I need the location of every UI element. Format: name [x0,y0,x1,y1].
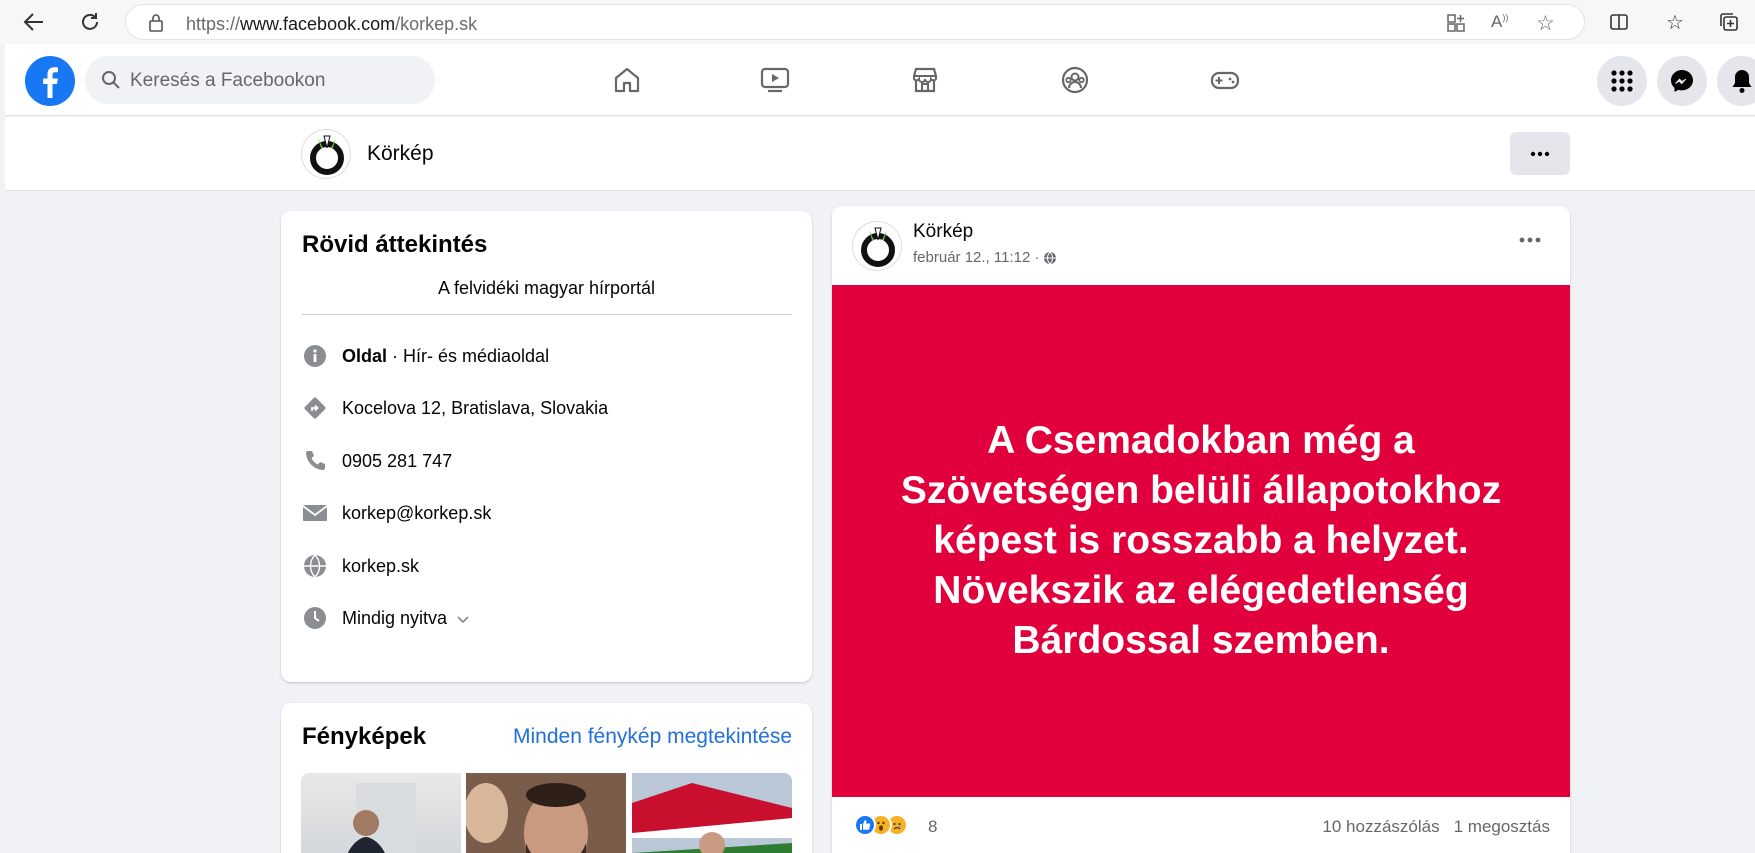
post-author-avatar[interactable] [852,221,902,271]
hours-row[interactable]: Mindig nyitva [302,603,469,633]
url-text: https://www.facebook.com/korkep.sk [186,14,477,35]
browser-toolbar: https://www.facebook.com/korkep.sk A)) ☆… [0,0,1755,44]
clock-icon [302,605,328,631]
intro-card: Rövid áttekintés A felvidéki magyar hírp… [281,211,812,682]
envelope-icon [302,500,328,526]
post-more-options-icon[interactable] [1512,222,1548,258]
refresh-icon[interactable] [74,6,106,38]
groups-icon[interactable] [1055,60,1095,100]
address-bar[interactable]: https://www.facebook.com/korkep.sk A)) ☆ [125,4,1585,40]
photos-title: Fényképek [302,723,427,750]
facebook-top-nav: Keresés a Facebookon [5,44,1755,116]
page-header-bar: Körkép [5,117,1755,191]
search-input[interactable]: Keresés a Facebookon [85,56,435,104]
directions-icon [302,395,328,421]
page-category: · Hír- és médiaoldal [387,345,550,366]
website-row: korkep.sk [302,551,419,581]
phone-text[interactable]: 0905 281 747 [342,451,452,472]
page-type-label: Oldal [342,345,388,366]
like-reaction-icon [854,814,876,836]
comments-count-link[interactable]: 10 hozzászólás [1322,817,1439,836]
hours-text: Mindig nyitva [342,607,448,628]
korkep-logo-icon[interactable] [301,129,351,179]
post-stats: 10 hozzászólás 1 megosztás [1308,817,1550,837]
page-type-text: Oldal · Hír- és médiaoldal [342,346,549,367]
chevron-down-icon[interactable] [457,611,469,629]
search-placeholder: Keresés a Facebookon [130,70,326,91]
search-icon [101,70,121,95]
gaming-icon[interactable] [1205,60,1245,100]
post-card: Körkép február 12., 11:12 · A Csemadokba… [832,206,1570,853]
lock-icon [148,13,164,38]
url-host: www.facebook.com [240,14,396,34]
phone-row: 0905 281 747 [302,446,452,476]
intro-title: Rövid áttekintés [302,231,488,258]
photo-thumbnail[interactable] [632,773,792,853]
reaction-icons[interactable] [854,814,908,836]
messenger-icon[interactable] [1657,56,1707,106]
split-screen-icon[interactable] [1603,6,1635,38]
post-timestamp[interactable]: február 12., 11:12 · [913,249,1057,266]
notifications-bell-icon[interactable] [1717,56,1755,106]
page-type-row: Oldal · Hír- és médiaoldal [302,341,549,371]
more-options-button[interactable] [1510,132,1570,175]
phone-icon [302,448,328,474]
favorite-star-icon[interactable]: ☆ [1536,11,1555,36]
menu-grid-icon[interactable] [1597,56,1647,106]
collections-icon[interactable] [1713,6,1745,38]
apps-icon[interactable] [1446,13,1466,38]
photo-thumbnail[interactable] [466,773,626,853]
public-globe-icon [1043,251,1057,265]
website-link[interactable]: korkep.sk [342,556,419,577]
reaction-count[interactable]: 8 [928,817,937,837]
post-banner-text: A Csemadokban még a Szövetségen belüli á… [900,419,1502,662]
see-all-photos-link[interactable]: Minden fénykép megtekintése [513,725,792,749]
address-row: Kocelova 12, Bratislava, Slovakia [302,393,608,423]
reactions-bar: 8 10 hozzászólás 1 megosztás [832,797,1570,853]
facebook-logo-icon[interactable] [25,56,75,106]
photo-thumbnail[interactable] [301,773,461,853]
post-author-name[interactable]: Körkép [913,221,973,243]
url-prefix: https:// [186,14,241,34]
marketplace-icon[interactable] [905,60,945,100]
post-image-banner[interactable]: A Csemadokban még a Szövetségen belüli á… [832,285,1570,797]
email-text[interactable]: korkep@korkep.sk [342,503,491,524]
watch-video-icon[interactable] [755,60,795,100]
page-name[interactable]: Körkép [367,142,434,166]
back-arrow-icon[interactable] [18,6,50,38]
home-icon[interactable] [607,60,647,100]
read-aloud-icon[interactable]: A)) [1491,12,1508,32]
divider [302,314,792,315]
email-row: korkep@korkep.sk [302,498,491,528]
shares-count-link[interactable]: 1 megosztás [1454,817,1550,836]
globe-icon [302,553,328,579]
intro-description: A felvidéki magyar hírportál [437,278,656,298]
photos-card: Fényképek Minden fénykép megtekintése [281,703,812,853]
info-icon [302,343,328,369]
address-text: Kocelova 12, Bratislava, Slovakia [342,397,609,418]
url-path: /korkep.sk [395,14,478,34]
post-time-text: február 12., 11:12 · [913,249,1040,266]
favorites-icon[interactable]: ☆ [1659,6,1691,38]
